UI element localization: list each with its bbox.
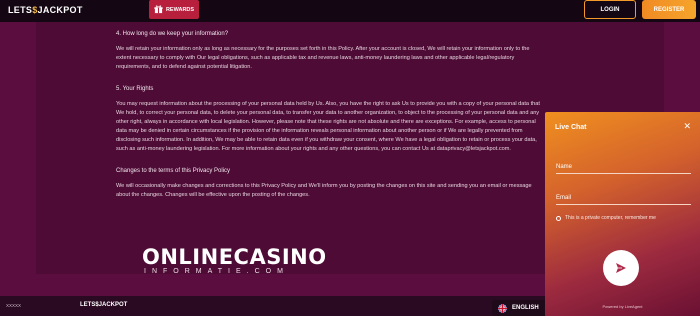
register-button[interactable]: REGISTER <box>642 0 696 19</box>
remember-me-checkbox[interactable]: This is a private computer, remember me <box>556 215 656 221</box>
section-5-heading: 5. Your Rights <box>116 86 154 92</box>
gift-icon <box>154 5 163 14</box>
rewards-label: REWARDS <box>165 6 195 13</box>
name-field[interactable]: Name <box>556 164 572 170</box>
chat-title: Live Chat <box>555 124 587 131</box>
watermark-title: ONLINECASINO <box>142 245 327 269</box>
name-field-underline <box>556 173 691 174</box>
language-selector[interactable]: ENGLISH <box>492 300 552 316</box>
send-button[interactable] <box>603 250 639 286</box>
logo-text-left: LETS <box>8 5 33 15</box>
powered-by-text: Powered by LiveAgent <box>602 304 643 309</box>
privacy-policy-text: 4. How long do we keep your information?… <box>116 30 546 213</box>
remember-me-label: This is a private computer, remember me <box>565 215 656 221</box>
section-4-heading: 4. How long do we keep your information? <box>116 31 229 37</box>
rewards-button[interactable]: REWARDS <box>149 0 199 19</box>
checkbox-circle <box>556 215 561 221</box>
send-icon <box>616 263 626 273</box>
section-4-body: We will retain your information only as … <box>116 46 530 70</box>
close-icon[interactable]: ✕ <box>683 121 691 132</box>
footer-left-text: XXXXX <box>6 303 22 308</box>
watermark-subtitle: INFORMATIE.COM <box>144 268 289 275</box>
live-chat-widget: Live Chat ✕ Name Email This is a private… <box>545 112 700 316</box>
login-button[interactable]: LOGIN <box>584 0 636 19</box>
uk-flag-icon <box>498 303 507 313</box>
email-field[interactable]: Email <box>556 195 571 201</box>
section-6-heading: Changes to the terms of this Privacy Pol… <box>116 168 231 174</box>
footer-logo[interactable]: LETS$JACKPOT <box>80 302 127 308</box>
section-5-body: You may request information about the pr… <box>116 101 540 152</box>
language-label: ENGLISH <box>512 305 539 311</box>
logo-text-right: JACKPOT <box>37 5 83 15</box>
section-6-body: We will occasionally make changes and co… <box>116 183 532 198</box>
email-field-underline <box>556 204 691 205</box>
site-logo[interactable]: LETS$JACKPOT <box>8 5 83 15</box>
watermark-logo: ONLINECASINO INFORMATIE.COM <box>142 245 327 282</box>
top-header: LETS$JACKPOT REWARDS LOGIN REGISTER <box>0 0 700 22</box>
